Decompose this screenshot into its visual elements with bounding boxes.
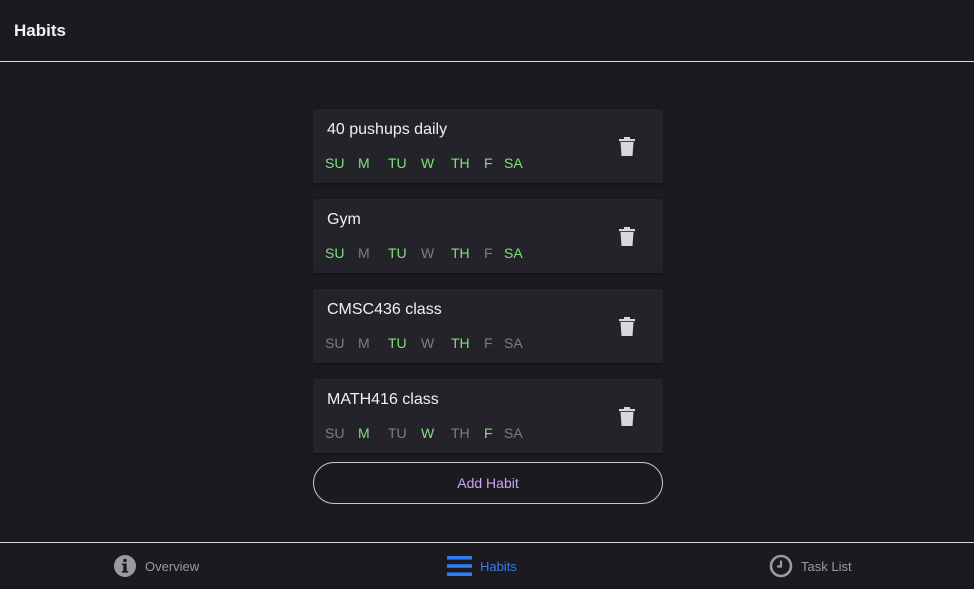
day-f: F	[484, 245, 493, 261]
habit-name: Gym	[327, 211, 361, 228]
day-tu: TU	[388, 245, 407, 261]
nav-item-task-list[interactable]: Task List	[769, 543, 852, 589]
habit-card[interactable]: CMSC436 class SU M TU W TH F SA	[313, 289, 663, 363]
app-header: Habits	[0, 0, 974, 62]
day-su: SU	[325, 245, 345, 261]
habit-card[interactable]: MATH416 class SU M TU W TH F SA	[313, 379, 663, 453]
habit-card[interactable]: 40 pushups daily SU M TU W TH F SA	[313, 109, 663, 183]
bottom-nav: Overview Habits Task List	[0, 542, 974, 588]
day-w: W	[421, 245, 435, 261]
habit-list: 40 pushups daily SU M TU W TH F SA Gym S…	[313, 109, 663, 469]
day-w: W	[421, 155, 435, 171]
day-su: SU	[325, 335, 345, 351]
day-w: W	[421, 425, 435, 441]
day-th: TH	[451, 245, 470, 261]
day-tu: TU	[388, 425, 407, 441]
day-th: TH	[451, 155, 470, 171]
day-m: M	[358, 425, 370, 441]
day-tu: TU	[388, 155, 407, 171]
habit-name: 40 pushups daily	[327, 121, 448, 138]
habit-name: CMSC436 class	[327, 301, 442, 318]
add-habit-button[interactable]: Add Habit	[313, 462, 663, 504]
trash-icon[interactable]	[619, 407, 635, 426]
day-tu: TU	[388, 335, 407, 351]
day-f: F	[484, 155, 493, 171]
nav-item-habits[interactable]: Habits	[447, 543, 517, 589]
day-m: M	[358, 335, 370, 351]
trash-icon[interactable]	[619, 317, 635, 336]
habit-days: SU M TU W TH F SA	[325, 245, 529, 261]
day-sa: SA	[504, 245, 523, 261]
day-su: SU	[325, 425, 345, 441]
page-title: Habits	[14, 21, 66, 40]
day-w: W	[421, 335, 435, 351]
trash-icon[interactable]	[619, 137, 635, 156]
nav-label-task-list: Task List	[801, 558, 852, 574]
list-icon	[447, 556, 472, 576]
habit-days: SU M TU W TH F SA	[325, 335, 529, 351]
habit-card[interactable]: Gym SU M TU W TH F SA	[313, 199, 663, 273]
nav-label-habits: Habits	[480, 558, 517, 574]
clock-icon	[769, 554, 793, 578]
day-m: M	[358, 245, 370, 261]
habit-days: SU M TU W TH F SA	[325, 425, 529, 441]
day-m: M	[358, 155, 370, 171]
day-f: F	[484, 425, 493, 441]
day-sa: SA	[504, 425, 523, 441]
habit-days: SU M TU W TH F SA	[325, 155, 529, 171]
day-sa: SA	[504, 335, 523, 351]
nav-item-overview[interactable]: Overview	[113, 543, 199, 589]
nav-label-overview: Overview	[145, 558, 200, 574]
day-th: TH	[451, 425, 470, 441]
day-f: F	[484, 335, 493, 351]
trash-icon[interactable]	[619, 227, 635, 246]
day-su: SU	[325, 155, 345, 171]
habit-name: MATH416 class	[327, 391, 439, 408]
day-sa: SA	[504, 155, 523, 171]
day-th: TH	[451, 335, 470, 351]
info-icon	[114, 555, 136, 577]
